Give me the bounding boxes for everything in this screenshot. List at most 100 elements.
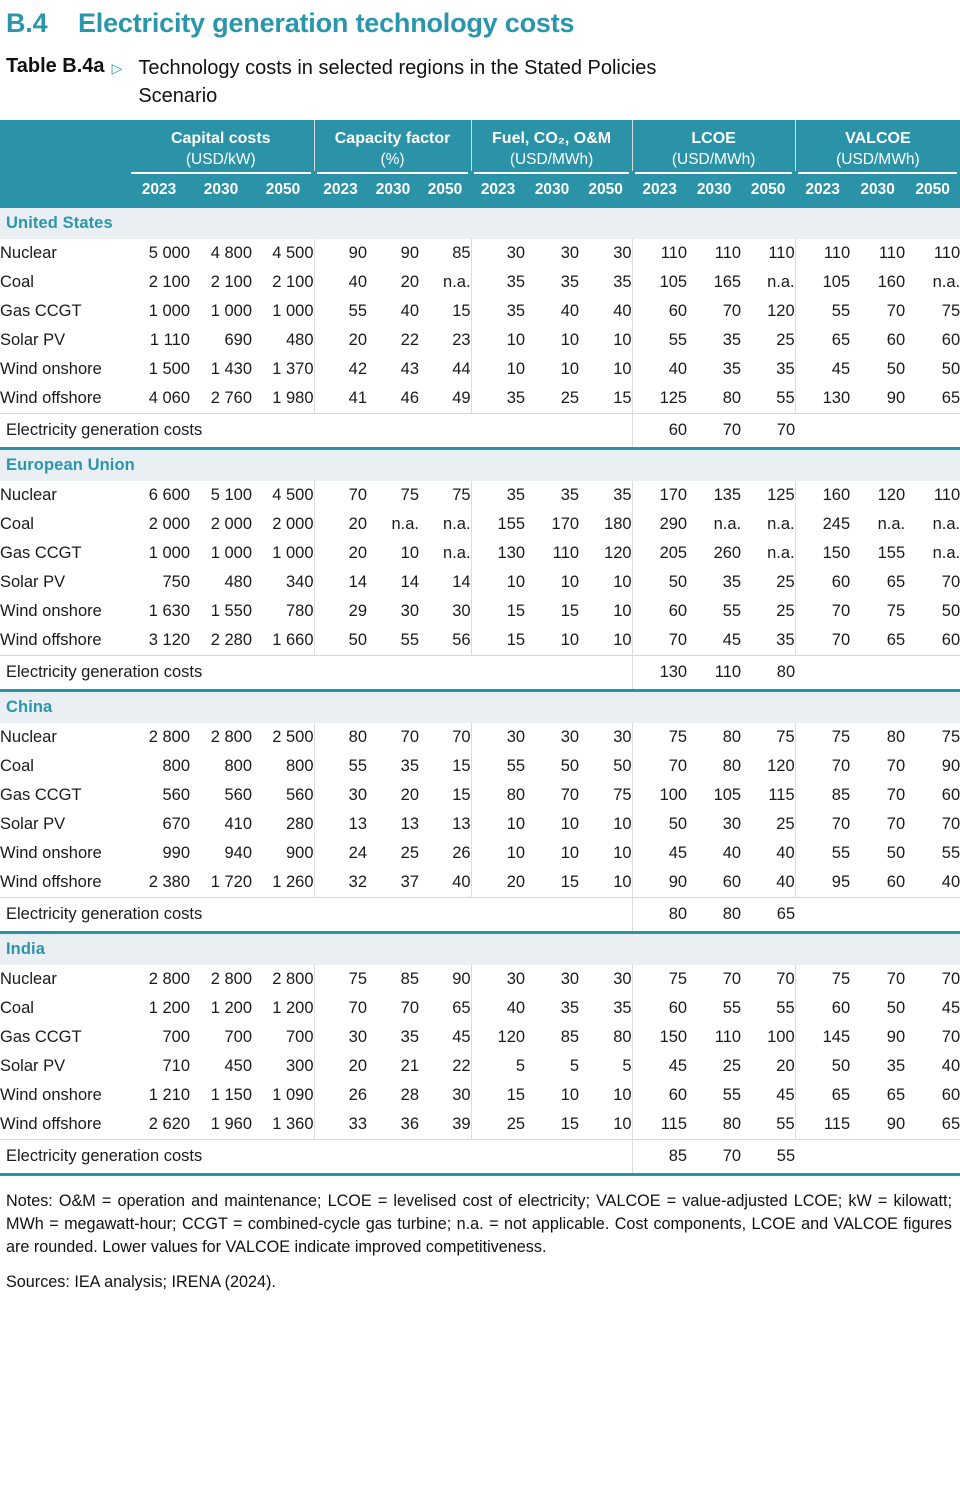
notes-block: Notes: O&M = operation and maintenance; … [0, 1176, 960, 1294]
table-row: Gas CCGT 1 000 1 000 1 000 55 40 15 35 40 40 60 70 1… [0, 297, 960, 327]
electricity-generation-costs-row: Electricity generation costs 80 80 65 [0, 897, 960, 932]
technology-label: Wind offshore [0, 626, 128, 656]
technology-label: Nuclear [0, 239, 128, 269]
cell-cf-2050: 14 [419, 568, 472, 598]
cell-fuel-2023: 10 [470, 810, 526, 840]
cell-cf-2023: 30 [313, 781, 368, 811]
cell-capital-2023: 750 [128, 568, 190, 598]
cell-valcoe-2030: 90 [850, 1110, 906, 1140]
cell-fuel-2023: 120 [470, 1023, 526, 1053]
cell-cf-2030: n.a. [367, 510, 420, 540]
cell-fuel-2023: 15 [470, 597, 526, 627]
cell-fuel-2050: 10 [579, 597, 633, 627]
technology-label: Wind onshore [0, 1081, 128, 1111]
cell-lcoe-2030: 35 [687, 568, 742, 598]
egc-lcoe-2030: 80 [687, 897, 742, 932]
region-header-row: United States [0, 208, 960, 240]
cell-cf-2023: 32 [313, 868, 368, 898]
cell-valcoe-2050: 65 [905, 1110, 960, 1140]
cell-lcoe-2023: 150 [631, 1023, 688, 1053]
cell-valcoe-2030: 70 [850, 810, 906, 840]
egc-valcoe-blank [795, 1139, 960, 1174]
cell-capital-2030: 2 000 [190, 510, 252, 540]
cell-lcoe-2050: 25 [741, 597, 796, 627]
header-group-valcoe: VALCOE (USD/MWh) [794, 120, 960, 172]
cell-cf-2050: 30 [419, 597, 472, 627]
cell-capital-2050: 1 090 [252, 1081, 315, 1111]
cell-capital-2030: 1 000 [190, 297, 252, 327]
cell-fuel-2030: 35 [525, 268, 580, 298]
header-year-lcoe-2023: 2023 [632, 175, 688, 209]
cell-capital-2050: 700 [252, 1023, 315, 1053]
cell-cf-2023: 50 [313, 626, 368, 656]
cell-lcoe-2030: 80 [687, 1110, 742, 1140]
egc-fuel-blank [471, 897, 633, 932]
header-year-valcoe-2050: 2050 [905, 175, 960, 209]
cell-capital-2023: 2 100 [128, 268, 190, 298]
cell-valcoe-2030: 60 [850, 326, 906, 356]
cell-lcoe-2023: 105 [631, 268, 688, 298]
cell-fuel-2030: 10 [525, 355, 580, 385]
table-row: Coal 2 000 2 000 2 000 20 n.a. n.a. 155 170 180 29… [0, 510, 960, 540]
cell-cf-2050: 15 [419, 297, 472, 327]
cell-capital-2023: 990 [128, 839, 190, 869]
cell-capital-2050: 900 [252, 839, 315, 869]
cell-lcoe-2050: 45 [741, 1081, 796, 1111]
header-year-capacity-2030: 2030 [367, 175, 420, 209]
cell-cf-2050: 49 [419, 384, 472, 414]
table-row: Gas CCGT 560 560 560 30 20 15 80 70 75 100 105 115 85… [0, 781, 960, 811]
cell-lcoe-2023: 60 [631, 1081, 688, 1111]
egc-label: Electricity generation costs [0, 413, 315, 448]
technology-label: Gas CCGT [0, 781, 128, 811]
cell-capital-2030: 2 100 [190, 268, 252, 298]
cell-lcoe-2023: 100 [631, 781, 688, 811]
cell-cf-2050: 40 [419, 868, 472, 898]
cell-valcoe-2050: 70 [905, 1023, 960, 1053]
cell-valcoe-2023: 70 [794, 810, 851, 840]
cell-capital-2050: 2 100 [252, 268, 315, 298]
header-year-capital-2030: 2030 [190, 175, 252, 209]
cell-valcoe-2050: 110 [905, 481, 960, 511]
cell-cf-2023: 80 [313, 723, 368, 753]
cell-capital-2050: 1 200 [252, 994, 315, 1024]
table-row: Wind onshore 1 630 1 550 780 29 30 30 15 15 10 60 5… [0, 597, 960, 627]
egc-lcoe-2050: 55 [741, 1139, 796, 1174]
table-row: Wind offshore 2 620 1 960 1 360 33 36 39 25 15 10… [0, 1110, 960, 1140]
cell-fuel-2023: 20 [470, 868, 526, 898]
cell-capital-2023: 700 [128, 1023, 190, 1053]
cell-fuel-2030: 10 [525, 326, 580, 356]
technology-label: Coal [0, 752, 128, 782]
cell-valcoe-2023: 145 [794, 1023, 851, 1053]
cell-valcoe-2050: 75 [905, 297, 960, 327]
cell-cf-2030: 14 [367, 568, 420, 598]
cell-valcoe-2050: 50 [905, 355, 960, 385]
header-group-lcoe: LCOE (USD/MWh) [631, 120, 796, 172]
cell-valcoe-2050: 70 [905, 810, 960, 840]
cell-fuel-2023: 15 [470, 1081, 526, 1111]
cell-capital-2030: 2 800 [190, 965, 252, 995]
cell-valcoe-2050: 110 [905, 239, 960, 269]
header-year-fuel-2030: 2030 [525, 175, 580, 209]
section-number: B.4 [6, 8, 48, 38]
cell-lcoe-2023: 125 [631, 384, 688, 414]
cell-capital-2050: 800 [252, 752, 315, 782]
table-row: Nuclear 6 600 5 100 4 500 70 75 75 35 35 35 170 135… [0, 481, 960, 511]
cell-cf-2023: 55 [313, 752, 368, 782]
cell-cf-2050: 39 [419, 1110, 472, 1140]
cell-fuel-2023: 35 [470, 384, 526, 414]
cell-lcoe-2023: 60 [631, 994, 688, 1024]
egc-label: Electricity generation costs [0, 1139, 315, 1174]
cell-capital-2030: 410 [190, 810, 252, 840]
cell-fuel-2030: 40 [525, 297, 580, 327]
header-group-fuel-co2-om: Fuel, CO₂, O&M (USD/MWh) [470, 120, 633, 172]
cell-fuel-2023: 25 [470, 1110, 526, 1140]
cell-capital-2030: 1 200 [190, 994, 252, 1024]
cell-fuel-2050: 10 [579, 1081, 633, 1111]
cell-cf-2023: 13 [313, 810, 368, 840]
technology-label: Nuclear [0, 723, 128, 753]
header-year-lcoe-2030: 2030 [687, 175, 742, 209]
cell-cf-2030: 70 [367, 994, 420, 1024]
cell-cf-2030: 55 [367, 626, 420, 656]
cell-capital-2023: 800 [128, 752, 190, 782]
cell-fuel-2050: 10 [579, 326, 633, 356]
